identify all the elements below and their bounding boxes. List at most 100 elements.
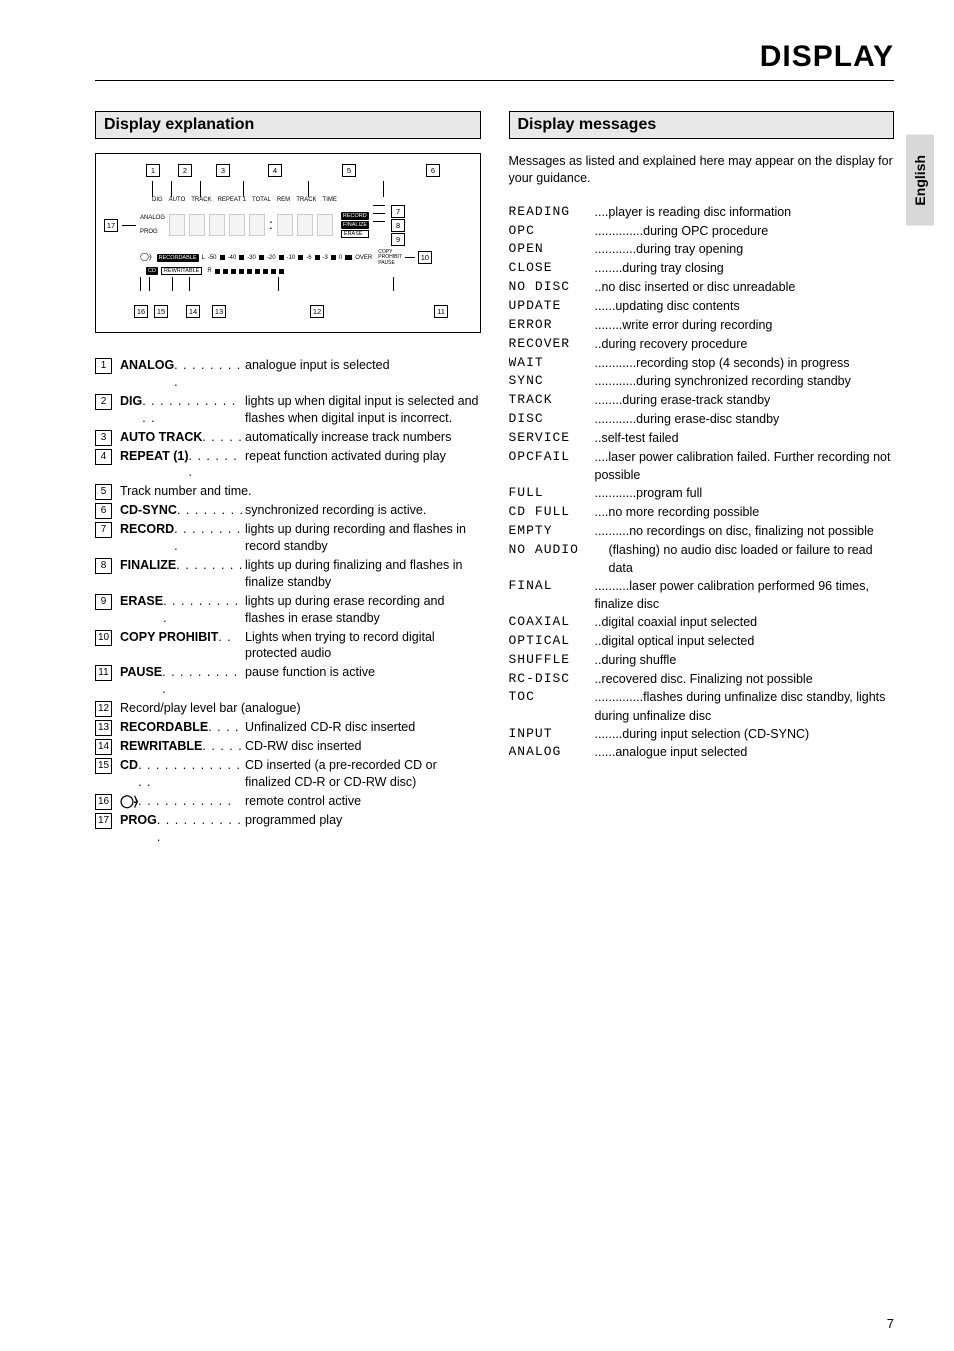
diagram-callout: 5: [342, 164, 356, 177]
callout-number: 16: [95, 794, 112, 810]
explanation-row: 4REPEAT (1) . . . . . . . repeat functio…: [95, 448, 481, 482]
message-desc: ..recovered disc. Finalizing not possibl…: [595, 670, 895, 688]
seven-segment: [317, 214, 333, 236]
seven-segment: [297, 214, 313, 236]
explanation-term: CD-SYNC: [120, 502, 177, 519]
diagram-badge-record: RECORD: [341, 212, 369, 220]
message-desc: ........during erase-track standby: [595, 391, 895, 409]
seven-segment: [249, 214, 265, 236]
message-row: ANALOG......analogue input selected: [509, 743, 895, 762]
explanation-row: 14REWRITABLE . . . . . CD-RW disc insert…: [95, 738, 481, 755]
callout-number: 1: [95, 358, 112, 374]
explanation-desc: lights up when digital input is selected…: [245, 393, 481, 427]
message-code: WAIT: [509, 354, 595, 373]
callout-number: 12: [95, 701, 112, 717]
level-label: -10: [287, 255, 296, 262]
explanation-desc: analogue input is selected: [245, 357, 481, 374]
explanation-desc: synchronized recording is active.: [245, 502, 481, 519]
explanation-term: DIG: [120, 393, 142, 427]
message-code: ERROR: [509, 316, 595, 335]
message-code: INPUT: [509, 725, 595, 744]
diagram-label: TOTAL: [252, 197, 271, 204]
diagram-callout: 6: [426, 164, 440, 177]
message-row: CLOSE........during tray closing: [509, 259, 895, 278]
explanation-term: CD: [120, 757, 138, 791]
explanation-term: FINALIZE: [120, 557, 176, 574]
dots: . . . . . . . . . . . . . .: [138, 757, 245, 791]
message-desc: ..digital optical input selected: [595, 632, 895, 650]
level-label: -20: [267, 255, 276, 262]
message-row: SHUFFLE..during shuffle: [509, 651, 895, 670]
message-code: SERVICE: [509, 429, 595, 448]
explanation-row: 2DIG . . . . . . . . . . . . . lights up…: [95, 393, 481, 427]
message-desc: ........during tray closing: [595, 259, 895, 277]
message-row: UPDATE......updating disc contents: [509, 297, 895, 316]
level-label: 0: [339, 255, 342, 262]
message-code: READING: [509, 203, 595, 222]
explanation-term: ANALOG: [120, 357, 174, 391]
explanation-desc: CD-RW disc inserted: [245, 738, 481, 755]
explanation-desc: repeat function activated during play: [245, 448, 481, 465]
message-code: OPCFAIL: [509, 448, 595, 467]
message-desc: ........during input selection (CD-SYNC): [595, 725, 895, 743]
explanation-desc: lights up during recording and flashes i…: [245, 521, 481, 555]
message-desc: ..no disc inserted or disc unreadable: [595, 278, 895, 296]
diagram-pause-label: PAUSE: [378, 261, 402, 267]
message-desc: ..........laser power calibration perfor…: [595, 577, 895, 613]
dots: . . . .: [208, 719, 245, 736]
diagram-callout: 7: [391, 205, 405, 218]
diagram-callout: 16: [134, 305, 148, 318]
explanation-list: 1 ANALOG . . . . . . . . . analogue input…: [95, 357, 481, 846]
diagram-badge-erase: ERASE: [341, 230, 369, 238]
seven-segment: [189, 214, 205, 236]
seven-segment: [277, 214, 293, 236]
message-code: CLOSE: [509, 259, 595, 278]
dots: . . . . . . . .: [177, 502, 245, 519]
explanation-desc: Unfinalized CD-R disc inserted: [245, 719, 481, 736]
diagram-label: DIG: [152, 197, 163, 204]
remote-icon: ◯⦒: [140, 253, 152, 262]
message-code: ANALOG: [509, 743, 595, 762]
dots: . . . . . . . . .: [174, 521, 245, 555]
diagram-callout: 12: [310, 305, 324, 318]
explanation-row: 6 CD-SYNC . . . . . . . . synchronized re…: [95, 502, 481, 519]
diagram-analog-label: ANALOG: [140, 215, 165, 222]
message-row: NO DISC..no disc inserted or disc unread…: [509, 278, 895, 297]
callout-number: 8: [95, 558, 112, 574]
message-row: ERROR........write error during recordin…: [509, 316, 895, 335]
page-title: DISPLAY: [95, 40, 894, 74]
message-code: COAXIAL: [509, 613, 595, 632]
message-code: FULL: [509, 484, 595, 503]
explanation-desc: Record/play level bar (analogue): [120, 700, 481, 717]
diagram-callout: 8: [391, 219, 405, 232]
callout-number: 10: [95, 630, 112, 646]
explanation-row: 12 Record/play level bar (analogue): [95, 700, 481, 717]
message-desc: ............during synchronized recordin…: [595, 372, 895, 390]
level-label: -50: [208, 255, 217, 262]
callout-number: 6: [95, 503, 112, 519]
message-desc: ..digital coaxial input selected: [595, 613, 895, 631]
explanation-desc: automatically increase track numbers: [245, 429, 481, 446]
explanation-desc: pause function is active: [245, 664, 481, 681]
message-row: DISC............during erase-disc standb…: [509, 410, 895, 429]
dots: . . . . . . . . .: [174, 357, 245, 391]
message-code: TOC: [509, 688, 595, 707]
callout-number: 2: [95, 394, 112, 410]
message-row: FULL............program full: [509, 484, 895, 503]
explanation-row: 13RECORDABLE . . . . Unfinalized CD-R di…: [95, 719, 481, 736]
message-desc: ............during tray opening: [595, 240, 895, 258]
message-row: RC-DISC..recovered disc. Finalizing not …: [509, 670, 895, 689]
diagram-label: REPEAT 1: [218, 197, 246, 204]
message-row: WAIT............recording stop (4 second…: [509, 354, 895, 373]
diagram-label: TRACK: [296, 197, 316, 204]
page-number: 7: [887, 1316, 894, 1331]
dots: . . . . . . . . . .: [163, 593, 245, 627]
messages-intro: Messages as listed and explained here ma…: [509, 153, 895, 187]
language-tab: English: [906, 135, 934, 226]
explanation-row: 15CD . . . . . . . . . . . . . . CD inse…: [95, 757, 481, 791]
callout-number: 4: [95, 449, 112, 465]
message-code: DISC: [509, 410, 595, 429]
diagram-label: TIME: [323, 197, 337, 204]
dots: . .: [218, 629, 245, 646]
message-code: SHUFFLE: [509, 651, 595, 670]
